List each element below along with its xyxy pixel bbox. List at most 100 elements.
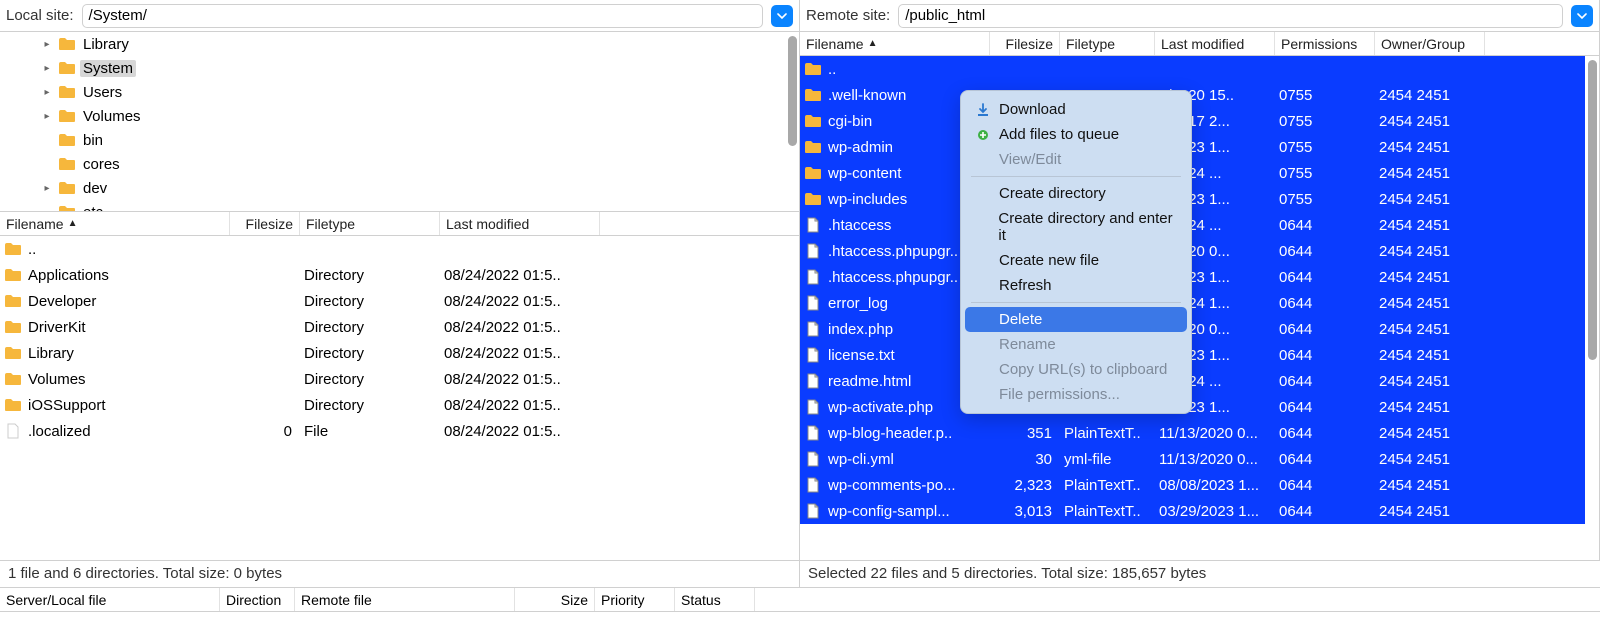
local-tree[interactable]: ▸Library▸System▸Users▸Volumesbincores▸de… xyxy=(0,32,799,212)
remote-path-dropdown[interactable] xyxy=(1571,5,1593,27)
list-item[interactable]: .. xyxy=(800,56,1599,82)
col-filesize[interactable]: Filesize xyxy=(230,212,300,235)
ctx-add-queue[interactable]: Add files to queue xyxy=(965,122,1187,147)
list-item[interactable]: Volumes Directory08/24/2022 01:5.. xyxy=(0,366,799,392)
list-item[interactable]: wp-config-sampl...3,013PlainTextT..03/29… xyxy=(800,498,1599,524)
qcol-status[interactable]: Status xyxy=(675,588,755,611)
ctx-create-dir-enter[interactable]: Create directory and enter it xyxy=(965,206,1187,248)
expander-icon[interactable]: ▸ xyxy=(40,63,54,74)
file-icon xyxy=(806,477,820,493)
list-item[interactable]: wp-includes7/2023 1...07552454 2451 xyxy=(800,186,1599,212)
file-icon xyxy=(806,373,820,389)
list-item[interactable]: index.php7/2020 0...06442454 2451 xyxy=(800,316,1599,342)
local-site-label: Local site: xyxy=(6,7,74,24)
list-item[interactable]: wp-admin8/2023 1...07552454 2451 xyxy=(800,134,1599,160)
local-column-header[interactable]: Filename ▲ Filesize Filetype Last modifi… xyxy=(0,212,799,236)
remote-column-header[interactable]: Filename ▲ Filesize Filetype Last modifi… xyxy=(800,32,1599,56)
col-lastmod[interactable]: Last modified xyxy=(1155,32,1275,55)
ctx-refresh[interactable]: Refresh xyxy=(965,273,1187,298)
col-lastmod[interactable]: Last modified xyxy=(440,212,600,235)
tree-row[interactable]: ▸Volumes xyxy=(0,104,799,128)
col-filesize-label: Filesize xyxy=(1006,36,1053,52)
col-owner[interactable]: Owner/Group xyxy=(1375,32,1485,55)
expander-icon[interactable]: ▸ xyxy=(40,111,54,122)
local-path-dropdown[interactable] xyxy=(771,5,793,27)
tree-row[interactable]: cores xyxy=(0,152,799,176)
col-filename[interactable]: Filename ▲ xyxy=(800,32,990,55)
cell-name: wp-comments-po... xyxy=(822,477,988,494)
list-item[interactable]: wp-comments-po...2,323PlainTextT..08/08/… xyxy=(800,472,1599,498)
cell-name: Volumes xyxy=(22,371,228,388)
file-icon xyxy=(804,477,822,493)
list-item[interactable]: .well-known2/2020 15..07552454 2451 xyxy=(800,82,1599,108)
queue-header[interactable]: Server/Local file Direction Remote file … xyxy=(0,588,1600,612)
local-path-input[interactable]: /System/ xyxy=(82,4,763,28)
folder-icon xyxy=(58,133,76,147)
col-filesize[interactable]: Filesize xyxy=(990,32,1060,55)
folder-icon xyxy=(58,85,76,99)
col-filetype[interactable]: Filetype xyxy=(300,212,440,235)
list-item[interactable]: .htaccess.phpupgr..7/2020 0...06442454 2… xyxy=(800,238,1599,264)
cell-type: Directory xyxy=(298,293,438,310)
folder-icon xyxy=(4,320,22,334)
remote-path-input[interactable]: /public_html xyxy=(898,4,1563,28)
tree-row[interactable]: ▸Users xyxy=(0,80,799,104)
folder-icon xyxy=(804,114,822,128)
ctx-copy-url: Copy URL(s) to clipboard xyxy=(965,357,1187,382)
status-bar: 1 file and 6 directories. Total size: 0 … xyxy=(0,560,1600,588)
list-item[interactable]: iOSSupportDirectory08/24/2022 01:5.. xyxy=(0,392,799,418)
expander-icon[interactable]: ▸ xyxy=(40,183,54,194)
tree-row[interactable]: ▸System xyxy=(0,56,799,80)
expander-icon[interactable]: ▸ xyxy=(40,87,54,98)
cell-own: 2454 2451 xyxy=(1373,191,1483,208)
folder-icon xyxy=(804,192,822,206)
list-item[interactable]: license.txt7/2023 1...06442454 2451 xyxy=(800,342,1599,368)
list-item[interactable]: LibraryDirectory08/24/2022 01:5.. xyxy=(0,340,799,366)
local-filelist[interactable]: ..ApplicationsDirectory08/24/2022 01:5..… xyxy=(0,236,799,560)
folder-icon xyxy=(58,61,76,75)
scrollbar-thumb[interactable] xyxy=(1588,60,1597,360)
col-filename[interactable]: Filename ▲ xyxy=(0,212,230,235)
local-tree-scrollbar[interactable] xyxy=(785,32,799,211)
list-item[interactable]: cgi-bin2/2017 2...07552454 2451 xyxy=(800,108,1599,134)
file-icon xyxy=(804,295,822,311)
col-filetype[interactable]: Filetype xyxy=(1060,32,1155,55)
list-item[interactable]: .. xyxy=(0,236,799,262)
list-item[interactable]: .htaccess.phpupgr..7/2023 1...06442454 2… xyxy=(800,264,1599,290)
app-root: Local site: /System/ ▸Library▸System▸Use… xyxy=(0,0,1600,560)
tree-row[interactable]: ▸Library xyxy=(0,32,799,56)
list-item[interactable]: DriverKitDirectory08/24/2022 01:5.. xyxy=(0,314,799,340)
list-item[interactable]: wp-content8/2024 ...07552454 2451 xyxy=(800,160,1599,186)
folder-icon xyxy=(58,85,76,99)
remote-filelist[interactable]: ...well-known2/2020 15..07552454 2451cgi… xyxy=(800,56,1599,560)
ctx-create-dir[interactable]: Create directory xyxy=(965,181,1187,206)
list-item[interactable]: wp-blog-header.p..351PlainTextT..11/13/2… xyxy=(800,420,1599,446)
qcol-server[interactable]: Server/Local file xyxy=(0,588,220,611)
qcol-size[interactable]: Size xyxy=(515,588,595,611)
cell-own: 2454 2451 xyxy=(1373,113,1483,130)
qcol-remote[interactable]: Remote file xyxy=(295,588,515,611)
list-item[interactable]: error_log7/2024 1...06442454 2451 xyxy=(800,290,1599,316)
tree-row[interactable]: ▸dev xyxy=(0,176,799,200)
qcol-priority[interactable]: Priority xyxy=(595,588,675,611)
ctx-download[interactable]: Download xyxy=(965,97,1187,122)
list-item[interactable]: wp-activate.php8/2023 1...06442454 2451 xyxy=(800,394,1599,420)
list-item[interactable]: DeveloperDirectory08/24/2022 01:5.. xyxy=(0,288,799,314)
ctx-create-file[interactable]: Create new file xyxy=(965,248,1187,273)
tree-row[interactable]: etc xyxy=(0,200,799,212)
expander-icon[interactable]: ▸ xyxy=(40,39,54,50)
list-item[interactable]: .localized0File08/24/2022 01:5.. xyxy=(0,418,799,444)
cell-type: Directory xyxy=(298,371,438,388)
qcol-direction[interactable]: Direction xyxy=(220,588,295,611)
scrollbar-thumb[interactable] xyxy=(788,36,797,146)
cell-mod: 08/24/2022 01:5.. xyxy=(438,371,598,388)
file-icon xyxy=(804,269,822,285)
remote-list-scrollbar[interactable] xyxy=(1585,56,1599,560)
list-item[interactable]: wp-cli.yml30yml-file11/13/2020 0...06442… xyxy=(800,446,1599,472)
list-item[interactable]: ApplicationsDirectory08/24/2022 01:5.. xyxy=(0,262,799,288)
list-item[interactable]: readme.html0/2024 ...06442454 2451 xyxy=(800,368,1599,394)
tree-row[interactable]: bin xyxy=(0,128,799,152)
ctx-delete[interactable]: Delete xyxy=(965,307,1187,332)
col-permissions[interactable]: Permissions xyxy=(1275,32,1375,55)
list-item[interactable]: .htaccess8/2024 ...06442454 2451 xyxy=(800,212,1599,238)
